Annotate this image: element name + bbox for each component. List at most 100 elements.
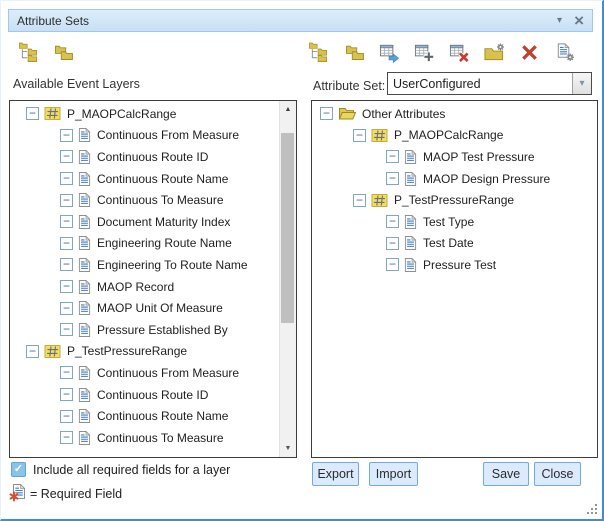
tree-item[interactable]: −Continuous From Measure — [10, 362, 280, 384]
tree-item[interactable]: −P_MAOPCalcRange — [10, 103, 280, 125]
tree-item[interactable]: −P_MAOPCalcRange — [312, 125, 597, 147]
tree-item[interactable]: −MAOP Record — [10, 276, 280, 298]
field-icon — [78, 149, 91, 165]
field-icon — [404, 257, 417, 273]
collapse-icon[interactable]: − — [386, 150, 399, 163]
collapse-icon[interactable]: − — [60, 237, 73, 250]
field-icon — [78, 279, 91, 295]
collapse-icon[interactable]: − — [60, 366, 73, 379]
group-attribute-folders-button[interactable] — [342, 40, 366, 64]
tree-item[interactable]: −Pressure Established By — [10, 319, 280, 341]
event-layer-icon — [371, 193, 388, 208]
field-icon — [78, 192, 91, 208]
required-field-icon — [9, 483, 26, 502]
tree-item[interactable]: −Test Date — [312, 233, 597, 255]
add-table-button[interactable] — [412, 40, 436, 64]
collapse-icon[interactable]: − — [60, 150, 73, 163]
export-button[interactable]: Export — [312, 462, 359, 486]
left-panel-scrollbar[interactable]: ▲ ▼ — [279, 101, 296, 457]
tree-item[interactable]: −Engineering To Route Name — [10, 254, 280, 276]
collapse-icon[interactable]: − — [386, 215, 399, 228]
tree-item[interactable]: −MAOP Unit Of Measure — [10, 297, 280, 319]
field-icon — [78, 300, 91, 316]
tree-item[interactable]: −Continuous To Measure — [10, 189, 280, 211]
tree-item[interactable]: −Test Type — [312, 211, 597, 233]
tree-item[interactable]: −Engineering Route Name — [10, 233, 280, 255]
field-icon — [404, 149, 417, 165]
scrollbar-thumb[interactable] — [281, 133, 294, 323]
export-table-button[interactable] — [377, 40, 401, 64]
left-tree: −P_MAOPCalcRange −Continuous From Measur… — [10, 103, 280, 449]
collapse-icon[interactable]: − — [353, 194, 366, 207]
tree-item[interactable]: −Continuous Route ID — [10, 146, 280, 168]
tree-item[interactable]: −Continuous Route Name — [10, 405, 280, 427]
scroll-down-icon[interactable]: ▼ — [280, 441, 296, 456]
new-attribute-set-button[interactable] — [482, 40, 506, 64]
tree-item[interactable]: −Continuous From Measure — [10, 125, 280, 147]
collapse-icon[interactable]: − — [60, 280, 73, 293]
collapse-icon[interactable]: − — [60, 215, 73, 228]
resize-grip[interactable] — [587, 504, 598, 515]
attribute-set-panel: −Other Attributes −P_MAOPCalcRange −MAOP… — [311, 100, 598, 458]
tree-item[interactable]: −Pressure Test — [312, 254, 597, 276]
tree-item[interactable]: −Continuous Route ID — [10, 384, 280, 406]
collapse-icon[interactable]: − — [60, 194, 73, 207]
collapse-icon[interactable]: − — [386, 237, 399, 250]
collapse-icon[interactable]: − — [60, 323, 73, 336]
close-window-icon[interactable]: × — [574, 13, 584, 28]
required-field-legend: = Required Field — [30, 487, 122, 501]
group-event-layers-button[interactable] — [51, 40, 75, 64]
table-remove-icon — [449, 42, 470, 63]
tree-item[interactable]: −MAOP Design Pressure — [312, 168, 597, 190]
collapse-icon[interactable]: − — [26, 107, 39, 120]
expand-event-layers-tree-button[interactable] — [17, 40, 41, 64]
delete-attribute-set-button[interactable] — [517, 40, 541, 64]
tree-item[interactable]: −P_TestPressureRange — [312, 189, 597, 211]
save-button[interactable]: Save — [483, 462, 529, 486]
collapse-icon[interactable]: − — [26, 345, 39, 358]
collapse-icon[interactable]: − — [60, 172, 73, 185]
close-button[interactable]: Close — [534, 462, 581, 486]
collapse-icon[interactable]: − — [386, 258, 399, 271]
tree-item[interactable]: −Continuous Route Name — [10, 168, 280, 190]
document-gear-icon — [554, 42, 575, 63]
toolbar — [8, 40, 593, 66]
event-layer-icon — [44, 344, 61, 359]
tree-item[interactable]: −Other Attributes — [312, 103, 597, 125]
folder-gear-icon — [484, 42, 505, 63]
dropdown-arrow-icon[interactable]: ▾ — [572, 73, 591, 94]
tree-item[interactable]: −Continuous To Measure — [10, 427, 280, 449]
collapse-icon[interactable]: − — [60, 258, 73, 271]
attribute-set-select[interactable]: UserConfigured ▾ — [387, 72, 592, 95]
collapse-icon[interactable]: − — [353, 129, 366, 142]
attribute-set-value: UserConfigured — [388, 77, 572, 91]
tree-item[interactable]: −P_TestPressureRange — [10, 341, 280, 363]
tree-item[interactable]: −Document Maturity Index — [10, 211, 280, 233]
folders-icon — [53, 42, 74, 63]
collapse-icon[interactable]: − — [320, 107, 333, 120]
field-icon — [78, 214, 91, 230]
field-icon — [78, 322, 91, 338]
include-required-fields-label: Include all required fields for a layer — [33, 463, 230, 477]
expand-tree-icon — [309, 42, 330, 63]
collapse-icon[interactable]: − — [60, 410, 73, 423]
tree-item[interactable]: −MAOP Test Pressure — [312, 146, 597, 168]
folder-icon — [338, 106, 356, 121]
field-icon — [404, 171, 417, 187]
collapse-icon[interactable]: − — [60, 129, 73, 142]
window-menu-icon[interactable]: ▾ — [557, 15, 562, 26]
attribute-set-properties-button[interactable] — [552, 40, 576, 64]
import-button[interactable]: Import — [369, 462, 418, 486]
scroll-up-icon[interactable]: ▲ — [280, 102, 296, 117]
remove-table-button[interactable] — [447, 40, 471, 64]
right-tree: −Other Attributes −P_MAOPCalcRange −MAOP… — [312, 103, 597, 276]
collapse-icon[interactable]: − — [60, 431, 73, 444]
collapse-icon[interactable]: − — [60, 388, 73, 401]
collapse-icon[interactable]: − — [60, 302, 73, 315]
expand-attribute-tree-button[interactable] — [307, 40, 331, 64]
collapse-icon[interactable]: − — [386, 172, 399, 185]
field-icon — [404, 214, 417, 230]
available-event-layers-panel: −P_MAOPCalcRange −Continuous From Measur… — [9, 100, 297, 458]
include-required-fields-checkbox[interactable]: ✓ — [11, 462, 26, 477]
expand-tree-icon — [19, 42, 40, 63]
